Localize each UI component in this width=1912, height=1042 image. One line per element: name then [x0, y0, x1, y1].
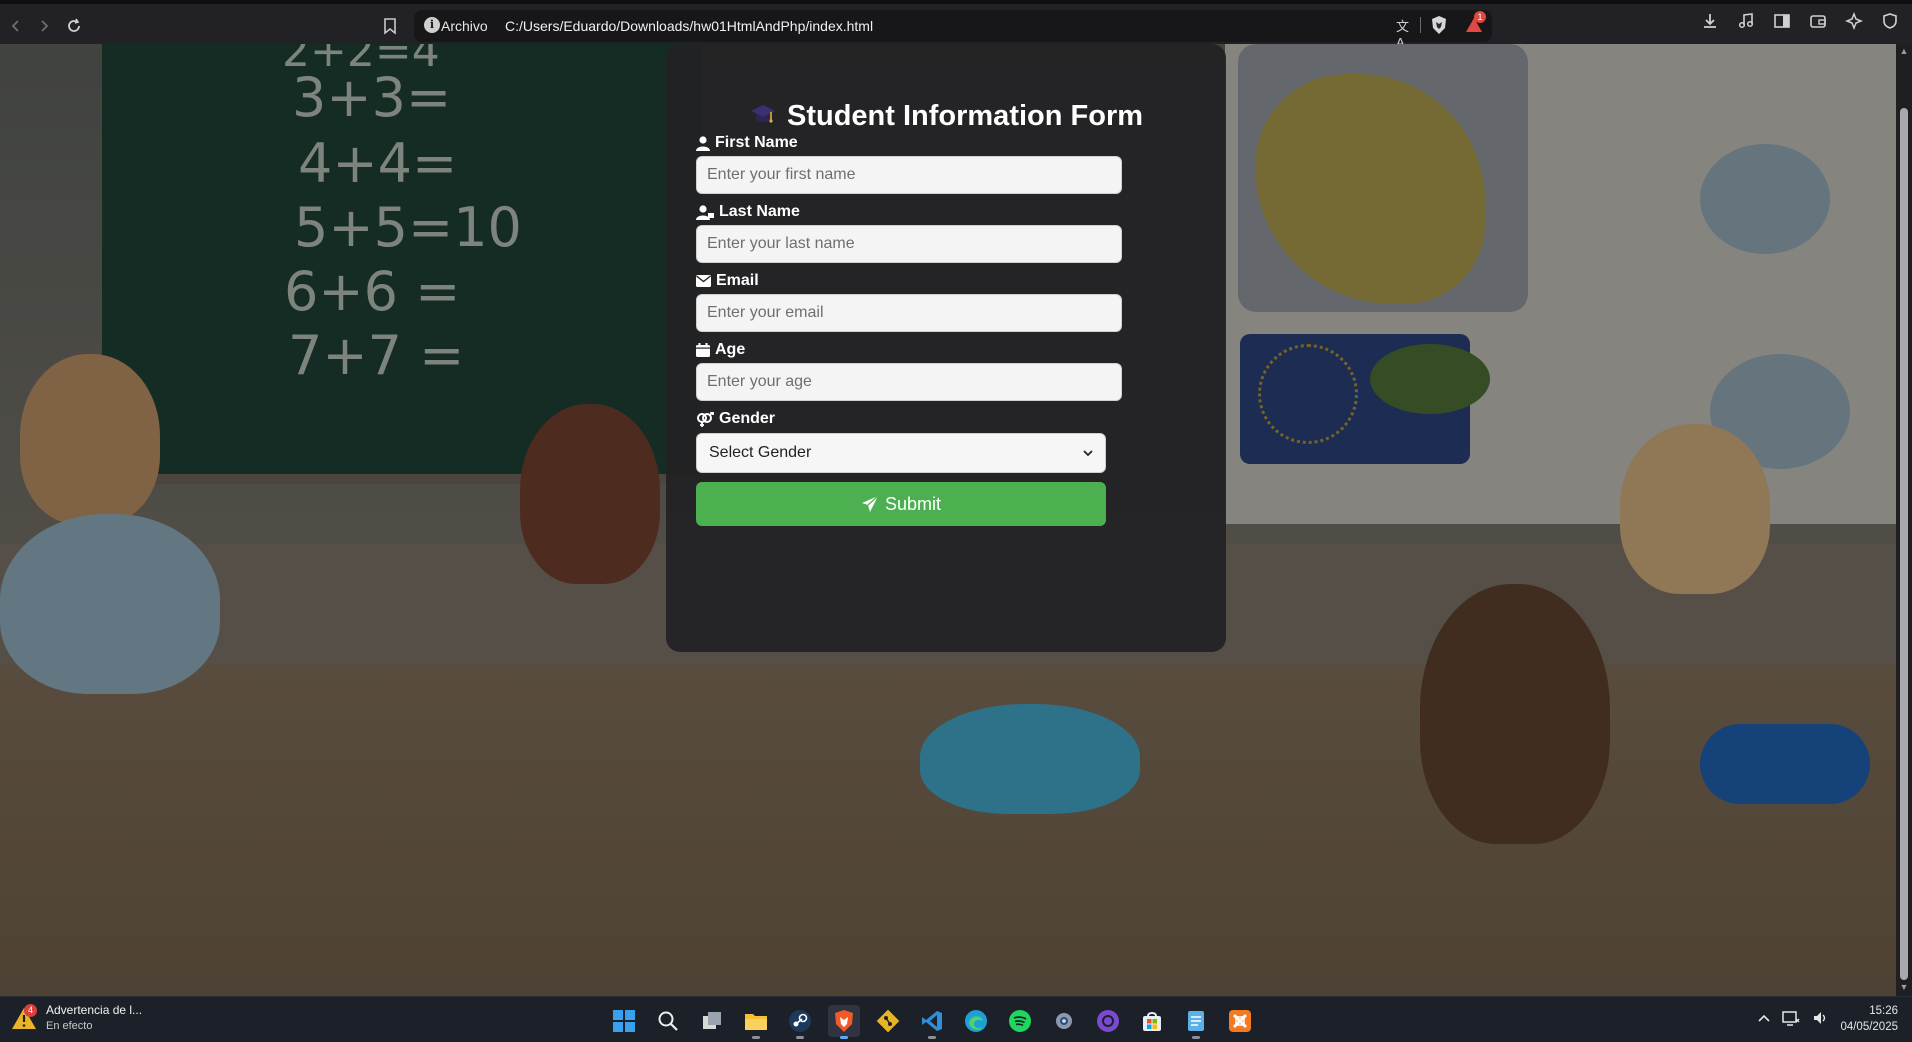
volume-icon[interactable] — [1812, 1010, 1828, 1029]
gender-label-text: Gender — [719, 410, 776, 427]
github-desktop-icon[interactable] — [1092, 1005, 1124, 1037]
first-name-input[interactable] — [696, 156, 1122, 194]
venus-mars-icon — [697, 411, 714, 427]
brave-browser-icon[interactable] — [828, 1005, 860, 1039]
email-label-text: Email — [716, 272, 759, 289]
age-label-text: Age — [715, 341, 746, 358]
scroll-down-arrow[interactable]: ▼ — [1898, 982, 1910, 994]
paper-plane-icon — [861, 495, 879, 512]
running-indicator — [752, 1036, 760, 1039]
form-title-text: Student Information Form — [786, 100, 1144, 132]
rewards-badge: 1 — [1474, 11, 1486, 23]
microsoft-store-icon[interactable] — [1136, 1005, 1168, 1037]
age-label: Age — [696, 341, 745, 359]
gender-label: Gender — [696, 410, 775, 428]
notification-widget[interactable]: 4 Advertencia de l... En efecto — [10, 1003, 142, 1032]
submit-button[interactable]: Submit — [696, 482, 1106, 526]
file-explorer-icon[interactable] — [740, 1005, 772, 1039]
brave-shields-button[interactable] — [1430, 15, 1448, 40]
running-indicator — [840, 1036, 848, 1039]
user-icon — [696, 135, 710, 151]
last-name-input[interactable] — [696, 225, 1122, 263]
settings-gear-icon[interactable] — [1048, 1005, 1080, 1037]
clock-date: 04/05/2025 — [1840, 1021, 1898, 1033]
brave-rewards-button[interactable]: 1 — [1464, 11, 1486, 40]
scrollbar-thumb[interactable] — [1900, 108, 1908, 980]
xampp-icon[interactable] — [1224, 1005, 1256, 1037]
bookmark-button[interactable] — [380, 16, 400, 36]
chevron-right-icon — [41, 20, 49, 32]
notepad-icon[interactable] — [1180, 1005, 1212, 1039]
warning-icon: 4 — [10, 1003, 38, 1032]
age-input[interactable] — [696, 363, 1122, 401]
gender-select[interactable]: Select Gender — [696, 433, 1106, 473]
wallet-icon[interactable] — [1808, 12, 1828, 32]
calendar-icon — [696, 343, 710, 357]
notification-title: Advertencia de l... — [46, 1003, 143, 1017]
info-icon[interactable]: i — [424, 17, 440, 33]
last-name-label: Last Name — [696, 203, 800, 221]
steam-icon[interactable] — [784, 1005, 816, 1039]
running-indicator — [1192, 1036, 1200, 1039]
email-label: Email — [696, 272, 759, 290]
student-form-card: Student Information Form First Name Last… — [666, 44, 1226, 652]
notification-badge: 4 — [24, 1003, 37, 1017]
browser-toolbar: i Archivo C:/Users/Eduardo/Downloads/hw0… — [0, 0, 1912, 50]
envelope-icon — [696, 275, 711, 287]
first-name-label: First Name — [696, 134, 798, 152]
chevron-down-icon — [1083, 450, 1093, 457]
form-title: Student Information Form — [666, 100, 1226, 136]
network-icon[interactable] — [1782, 1010, 1800, 1029]
reload-button[interactable] — [62, 14, 86, 38]
clock[interactable]: 15:26 04/05/2025 — [1840, 1003, 1898, 1035]
music-note-icon[interactable] — [1736, 12, 1756, 32]
vpn-shield-icon[interactable] — [1880, 12, 1900, 32]
system-tray: 15:26 04/05/2025 — [1758, 1003, 1898, 1035]
taskbar-apps — [608, 1005, 1256, 1039]
submit-button-label: Submit — [884, 493, 942, 514]
first-name-label-text: First Name — [715, 134, 798, 151]
spotify-icon[interactable] — [1004, 1005, 1036, 1037]
url-divider — [1420, 17, 1421, 33]
graduation-cap-icon — [749, 100, 777, 136]
running-indicator — [928, 1036, 936, 1039]
reload-icon — [68, 18, 80, 32]
search-icon[interactable] — [652, 1005, 684, 1037]
url-scheme-label: Archivo — [441, 18, 488, 34]
running-indicator — [796, 1036, 804, 1039]
scroll-up-arrow[interactable]: ▲ — [1898, 46, 1910, 58]
bookmark-icon — [384, 18, 396, 35]
back-button[interactable] — [4, 14, 28, 38]
vscode-icon[interactable] — [916, 1005, 948, 1039]
chevron-up-icon[interactable] — [1758, 1012, 1771, 1026]
last-name-label-text: Last Name — [719, 203, 800, 220]
clock-time: 15:26 — [1869, 1005, 1898, 1017]
notification-subtitle: En efecto — [46, 1020, 93, 1032]
url-text[interactable]: C:/Users/Eduardo/Downloads/hw01HtmlAndPh… — [505, 18, 873, 34]
task-view-icon[interactable] — [696, 1005, 728, 1037]
download-icon[interactable] — [1700, 12, 1720, 32]
git-icon[interactable] — [872, 1005, 904, 1037]
lion-shield-icon — [1432, 16, 1446, 34]
forward-button[interactable] — [32, 14, 56, 38]
leo-ai-icon[interactable] — [1844, 11, 1864, 32]
windows-start-icon[interactable] — [608, 1005, 640, 1037]
user-tag-icon — [696, 204, 714, 220]
gender-select-value: Select Gender — [709, 444, 812, 461]
edge-icon[interactable] — [960, 1005, 992, 1037]
email-input[interactable] — [696, 294, 1122, 332]
sidebar-toggle-icon[interactable] — [1772, 12, 1792, 32]
translate-icon[interactable]: 文A — [1396, 16, 1414, 50]
chevron-left-icon — [11, 20, 19, 32]
windows-taskbar: 4 Advertencia de l... En efecto 15:26 04… — [0, 996, 1912, 1042]
